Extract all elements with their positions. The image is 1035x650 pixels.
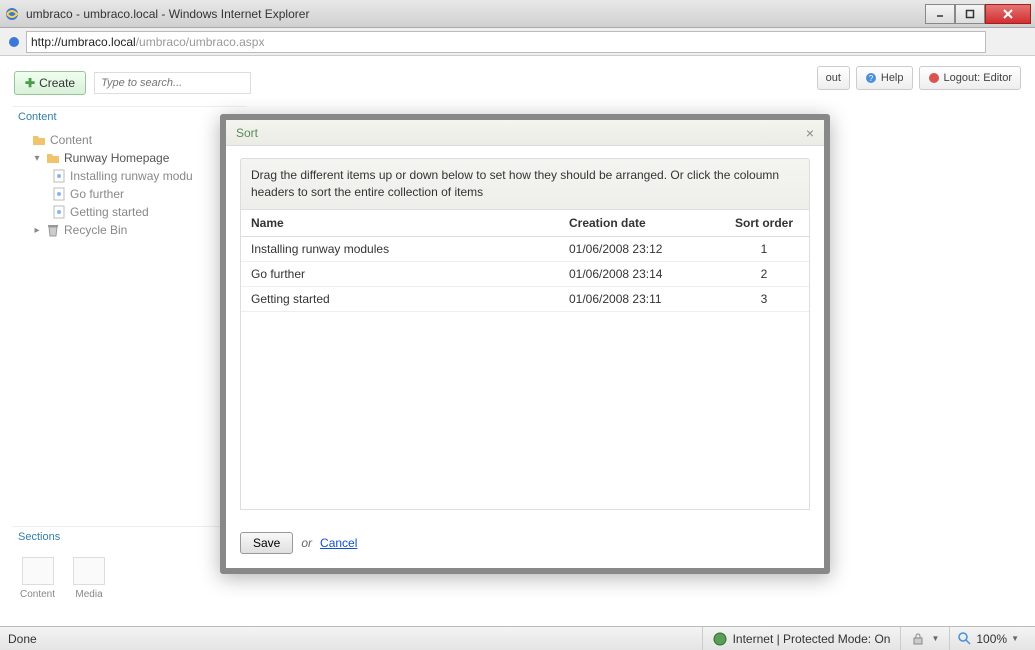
cell-name: Go further — [241, 261, 559, 286]
dialog-body: Drag the different items up or down belo… — [226, 146, 824, 522]
maximize-button[interactable] — [955, 4, 985, 24]
plus-icon: ✚ — [25, 76, 35, 90]
zoom-value: 100% — [976, 632, 1007, 646]
tree-label: Recycle Bin — [64, 223, 127, 237]
status-extra[interactable]: ▼ — [900, 627, 949, 650]
globe-icon — [713, 632, 727, 646]
zoom-control[interactable]: 100% ▼ — [949, 627, 1027, 650]
table-row[interactable]: Installing runway modules 01/06/2008 23:… — [241, 236, 809, 261]
dialog-footer: Save or Cancel — [226, 522, 824, 568]
sections-panel-title: Sections — [12, 526, 247, 547]
create-label: Create — [39, 76, 75, 90]
cell-date: 01/06/2008 23:11 — [559, 286, 719, 311]
tree-item-getting-started[interactable]: Getting started — [18, 203, 247, 221]
svg-text:?: ? — [869, 74, 874, 83]
close-window-button[interactable] — [985, 4, 1031, 24]
collapse-icon[interactable]: ▾ — [32, 153, 42, 164]
media-section-icon — [73, 557, 105, 585]
sort-table-container: Name Creation date Sort order Installing… — [240, 210, 810, 510]
folder-icon — [46, 151, 60, 165]
doc-icon — [52, 169, 66, 183]
content-tree-panel: Content Content ▾ Runway Homepage Instal… — [12, 106, 247, 259]
dialog-title: Sort — [236, 126, 258, 140]
lock-icon — [911, 632, 925, 646]
content-tree: Content ▾ Runway Homepage Installing run… — [12, 127, 247, 259]
cell-order: 1 — [719, 236, 809, 261]
create-button[interactable]: ✚ Create — [14, 71, 86, 95]
search-input[interactable] — [94, 72, 251, 94]
sort-table: Name Creation date Sort order Installing… — [241, 210, 809, 312]
address-bar: http://umbraco.local/umbraco/umbraco.asp… — [0, 28, 1035, 56]
status-bar: Done Internet | Protected Mode: On ▼ 100… — [0, 626, 1035, 650]
ie-icon — [4, 6, 20, 22]
folder-icon — [32, 133, 46, 147]
table-row[interactable]: Getting started 01/06/2008 23:11 3 — [241, 286, 809, 311]
bin-icon — [46, 223, 60, 237]
col-creation-date[interactable]: Creation date — [559, 210, 719, 237]
page-icon — [6, 34, 22, 50]
section-content[interactable]: Content — [20, 557, 55, 600]
tree-label: Runway Homepage — [64, 151, 169, 165]
dialog-instructions: Drag the different items up or down belo… — [240, 158, 810, 210]
window-titlebar: umbraco - umbraco.local - Windows Intern… — [0, 0, 1035, 28]
help-icon: ? — [865, 72, 877, 84]
sort-dialog: Sort × Drag the different items up or do… — [220, 114, 830, 574]
logout-button[interactable]: Logout: Editor — [919, 66, 1022, 90]
or-text: or — [301, 536, 312, 550]
status-done: Done — [8, 632, 37, 646]
col-name[interactable]: Name — [241, 210, 559, 237]
dialog-header: Sort × — [226, 120, 824, 146]
content-section-icon — [22, 557, 54, 585]
cell-order: 2 — [719, 261, 809, 286]
window-buttons — [925, 4, 1031, 24]
tree-item-runway-homepage[interactable]: ▾ Runway Homepage — [18, 149, 247, 167]
browser-window: umbraco - umbraco.local - Windows Intern… — [0, 0, 1035, 650]
tree-label: Installing runway modu — [70, 169, 193, 183]
save-button[interactable]: Save — [240, 532, 293, 554]
cell-date: 01/06/2008 23:14 — [559, 261, 719, 286]
chevron-down-icon: ▼ — [931, 634, 939, 643]
section-media[interactable]: Media — [73, 557, 105, 600]
url-input[interactable]: http://umbraco.local/umbraco/umbraco.asp… — [26, 31, 986, 53]
cell-order: 3 — [719, 286, 809, 311]
about-button[interactable]: out — [817, 66, 850, 90]
content-panel-title: Content — [12, 106, 247, 127]
url-host: http://umbraco.local — [31, 35, 136, 49]
tree-item-go-further[interactable]: Go further — [18, 185, 247, 203]
tree-label: Content — [50, 133, 92, 147]
tree-item-content[interactable]: Content — [18, 131, 247, 149]
zone-text: Internet | Protected Mode: On — [733, 632, 891, 646]
chevron-down-icon: ▼ — [1011, 634, 1019, 643]
cell-name: Getting started — [241, 286, 559, 311]
tree-item-installing[interactable]: Installing runway modu — [18, 167, 247, 185]
logout-icon — [928, 72, 940, 84]
tree-label: Go further — [70, 187, 124, 201]
url-path: /umbraco/umbraco.aspx — [136, 35, 265, 49]
security-zone[interactable]: Internet | Protected Mode: On — [702, 627, 901, 650]
help-button[interactable]: ? Help — [856, 66, 913, 90]
toolbar-right: out ? Help Logout: Editor — [817, 66, 1021, 90]
expand-icon[interactable]: ▸ — [32, 225, 42, 236]
zoom-icon — [958, 632, 972, 646]
cell-name: Installing runway modules — [241, 236, 559, 261]
minimize-button[interactable] — [925, 4, 955, 24]
cancel-link[interactable]: Cancel — [320, 536, 357, 550]
tree-label: Getting started — [70, 205, 149, 219]
sections-panel: Sections Content Media — [12, 526, 247, 610]
tree-item-recycle-bin[interactable]: ▸ Recycle Bin — [18, 221, 247, 239]
section-label: Media — [75, 589, 102, 600]
cell-date: 01/06/2008 23:12 — [559, 236, 719, 261]
doc-icon — [52, 205, 66, 219]
doc-icon — [52, 187, 66, 201]
col-sort-order[interactable]: Sort order — [719, 210, 809, 237]
section-label: Content — [20, 589, 55, 600]
close-dialog-button[interactable]: × — [806, 125, 814, 141]
app-content: ✚ Create out ? Help Logout: Editor Conte… — [0, 56, 1035, 626]
table-row[interactable]: Go further 01/06/2008 23:14 2 — [241, 261, 809, 286]
window-title: umbraco - umbraco.local - Windows Intern… — [26, 7, 925, 21]
